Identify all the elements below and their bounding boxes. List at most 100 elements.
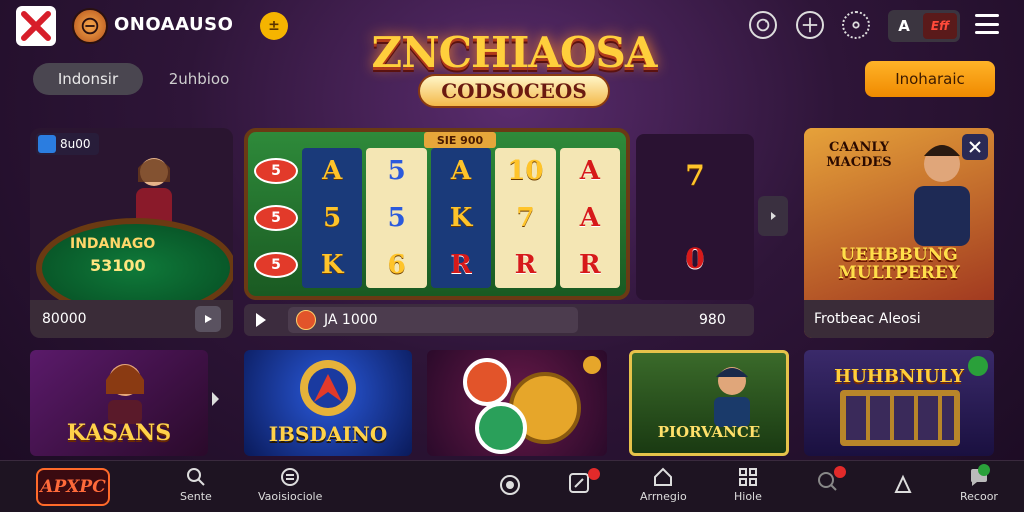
reel-symbol: 10 <box>507 156 544 187</box>
reel-symbol: K <box>320 249 344 280</box>
play-button[interactable] <box>195 306 221 332</box>
player-figure <box>714 367 750 427</box>
multiplayer-card[interactable]: CAANLY MACDES UEHBBUNG MULTPEREY Frotbea… <box>804 128 994 338</box>
table-title: INDANAGO <box>70 236 156 252</box>
chat-icon <box>38 135 56 153</box>
tab-secondary[interactable]: 2uhbioo <box>152 63 246 95</box>
reel-symbol: 5 <box>323 202 342 233</box>
nav-item-search-alt[interactable] <box>816 466 846 492</box>
nav-label: Vaoisiociole <box>258 490 323 503</box>
online-dot <box>978 464 990 476</box>
nav-label: Hiole <box>734 490 762 503</box>
nav-item-recoor[interactable]: Recoor <box>960 464 998 503</box>
nav-item-hiole[interactable]: Hiole <box>734 466 762 503</box>
reel-symbol: R <box>514 249 537 280</box>
notification-dot <box>588 468 600 480</box>
notification-dot <box>834 466 846 478</box>
person-icon <box>894 474 912 493</box>
reel-symbol: A <box>579 202 600 233</box>
refresh-icon[interactable] <box>749 11 777 39</box>
reel-symbol: A <box>450 156 472 187</box>
hero-title: ZNCHIAOSA <box>371 27 658 77</box>
bet-value: 980 <box>699 312 726 328</box>
nav-label: Recoor <box>960 490 998 503</box>
bet-label: JA 1000 <box>324 312 378 328</box>
expand-box-icon <box>569 473 589 493</box>
nav-label: Sente <box>180 490 212 503</box>
target-circle-icon <box>500 475 520 495</box>
game-thumb-label: HUHBNIULY <box>834 366 964 387</box>
game-thumb-chips[interactable] <box>427 350 607 456</box>
list-circle-icon <box>281 468 300 486</box>
slot-machine[interactable]: 5 5 5 A 5 K 5 5 6 A K R 10 7 R A A R <box>244 128 630 300</box>
account-badge-left: A <box>898 17 910 35</box>
chip-symbol: 5 <box>254 158 298 185</box>
hero-subtitle: CODSOCEOS <box>418 74 610 108</box>
target-icon[interactable] <box>796 11 824 39</box>
table-badge-label: 8u00 <box>60 137 91 151</box>
multiplayer-footer: Frotbeac Aleosi <box>804 300 994 338</box>
jackpot-column[interactable]: 7 0 <box>636 134 754 300</box>
nav-item-target[interactable] <box>499 474 521 496</box>
close-logo-icon[interactable] <box>16 6 56 46</box>
nav-item-vaoisiociole[interactable]: Vaoisiociole <box>258 466 322 503</box>
promo-button[interactable]: Inoharaic <box>865 61 995 97</box>
coin-icon <box>296 310 316 330</box>
chip-symbol: 5 <box>254 251 298 278</box>
home-icon <box>654 467 673 486</box>
slot-reels: A 5 K 5 5 6 A K R 10 7 R A A R <box>302 148 621 288</box>
refresh-badge-icon <box>968 356 988 376</box>
tab-primary[interactable]: Indonsir <box>33 63 143 95</box>
coin-button[interactable]: ± <box>260 12 288 40</box>
account-badge-right: Eff <box>923 13 957 39</box>
settings-gear-icon[interactable] <box>842 11 870 39</box>
jackpot-symbol: 7 <box>685 159 705 192</box>
jackpot-symbol: 0 <box>685 242 705 275</box>
nav-item-expand[interactable] <box>568 468 600 494</box>
brand-logo-icon <box>72 8 108 44</box>
casino-chips-icon <box>463 358 581 454</box>
game-thumb-label: KASANS <box>66 420 172 446</box>
nav-item-search[interactable]: Sente <box>180 466 212 503</box>
reel-symbol: 5 <box>387 156 406 187</box>
nav-label: Arrnegio <box>640 490 687 503</box>
reel-symbol: 6 <box>387 249 406 280</box>
table-amount: 53100 <box>90 256 146 275</box>
brand-name: ONOAAUSO <box>114 14 234 35</box>
game-thumb-huhbniuly[interactable]: HUHBNIULY <box>804 350 994 456</box>
account-button[interactable]: A Eff <box>888 10 960 42</box>
app-logo-button[interactable]: APXPC <box>36 468 110 506</box>
chevron-right-icon <box>771 212 776 220</box>
footer-value: 80000 <box>42 311 87 327</box>
multiplayer-banner: UEHBBUNG MULTPEREY <box>838 245 960 283</box>
chip-symbol: 5 <box>254 204 298 231</box>
reel-symbol: A <box>579 156 600 187</box>
spin-play-icon[interactable] <box>256 313 266 327</box>
slot-top-label: SIE 900 <box>424 132 496 148</box>
featured-table-card[interactable]: 8u00 INDANAGO 53100 80000 <box>30 128 233 338</box>
nav-item-arrnegio[interactable]: Arrnegio <box>640 466 687 503</box>
reel-symbol: A <box>322 156 343 187</box>
game-thumb-label: IBSDAINO <box>268 422 388 446</box>
game-thumb-ibsdaino[interactable]: IBSDAINO <box>244 350 412 456</box>
bet-field[interactable]: JA 1000 <box>288 307 578 333</box>
nav-item-person[interactable] <box>892 474 914 496</box>
reel: A 5 K <box>302 148 363 288</box>
reel-symbol: K <box>449 202 473 233</box>
reel-symbol: 7 <box>516 202 535 233</box>
game-thumb-kasans[interactable]: KASANS <box>30 350 208 456</box>
play-icon <box>205 315 212 323</box>
reel: A A R <box>559 148 621 288</box>
multiplayer-title: CAANLY MACDES <box>826 140 892 170</box>
slot-left-column: 5 5 5 <box>252 148 300 288</box>
carousel-next-button[interactable] <box>758 196 788 236</box>
grid-icon <box>738 468 757 486</box>
slot-bet-bar: JA 1000 980 <box>244 304 754 336</box>
reel-symbol: R <box>450 249 472 280</box>
game-thumb-piorvance[interactable]: PIORVANCE <box>629 350 789 456</box>
host-figure <box>914 145 970 246</box>
slot-reels-art <box>840 390 960 446</box>
scroll-right-icon[interactable] <box>212 392 219 406</box>
hamburger-menu-icon[interactable] <box>975 14 999 34</box>
character-figure <box>106 364 144 424</box>
